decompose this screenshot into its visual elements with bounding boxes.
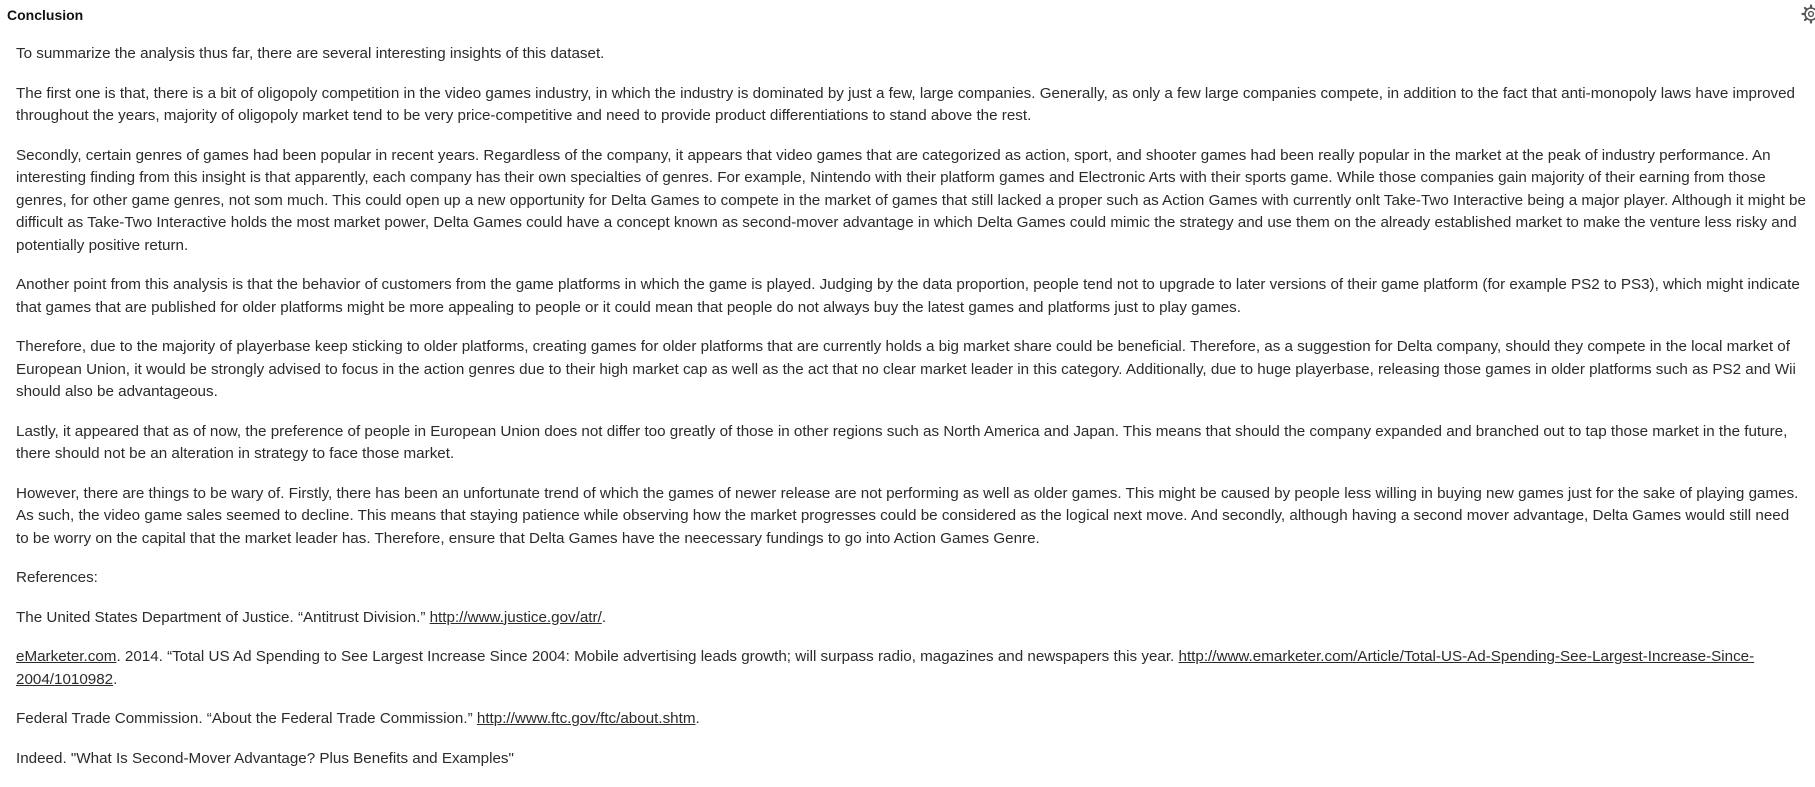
cell-header: Conclusion: [0, 0, 1815, 30]
paragraph-genres: Secondly, certain genres of games had be…: [16, 146, 1806, 254]
reference-item: Federal Trade Commission. “About the Fed…: [16, 708, 1806, 731]
gear-icon[interactable]: [1795, 4, 1815, 24]
reference-link-lead[interactable]: eMarketer.com: [16, 648, 116, 665]
references-heading: References:: [16, 569, 98, 586]
reference-text: The United States Department of Justice.…: [16, 608, 430, 626]
reference-link[interactable]: http://www.justice.gov/atr/: [430, 609, 602, 626]
markdown-body: To summarize the analysis thus far, ther…: [16, 43, 1806, 787]
paragraph-platforms: Another point from this analysis is that…: [16, 276, 1800, 316]
paragraph-suggestion: Therefore, due to the majority of player…: [16, 338, 1796, 400]
reference-text: Federal Trade Commission. “About the Fed…: [16, 710, 477, 727]
paragraph-oligopoly: The first one is that, there is a bit of…: [16, 84, 1795, 125]
gear-icon-glyph: [1801, 4, 1815, 24]
reference-text: . 2014. “Total US Ad Spending to See Lar…: [116, 648, 1179, 665]
paragraph-regions: Lastly, it appeared that as of now, the …: [16, 422, 1788, 463]
reference-punct: .: [113, 670, 118, 688]
reference-item: The United States Department of Justice.…: [16, 607, 1806, 630]
reference-punct: .: [695, 710, 700, 727]
reference-item: eMarketer.com. 2014. “Total US Ad Spendi…: [16, 646, 1806, 691]
section-title: Conclusion: [7, 7, 84, 23]
reference-link[interactable]: http://www.ftc.gov/ftc/about.shtm: [477, 710, 696, 727]
intro-paragraph: To summarize the analysis thus far, ther…: [16, 45, 605, 62]
reference-item: Indeed. "What Is Second-Mover Advantage?…: [16, 749, 514, 767]
paragraph-caveats: However, there are things to be wary of.…: [16, 484, 1799, 547]
reference-punct: .: [601, 608, 607, 626]
